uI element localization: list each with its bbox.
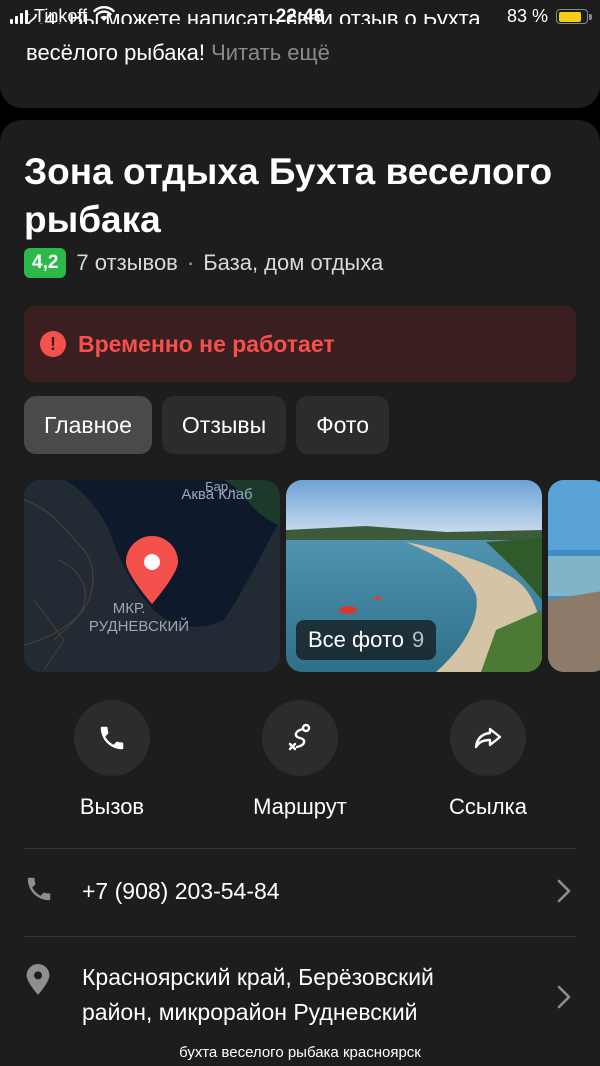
previous-review-line2: весёлого рыбака! bbox=[26, 40, 205, 65]
share-label: Ссылка bbox=[449, 794, 527, 819]
address-row[interactable]: Красноярский край, Берёзовский район, ми… bbox=[24, 958, 576, 1038]
photos-count: 9 bbox=[411, 627, 425, 652]
map-preview[interactable]: Бар... Аква Клаб МКР. РУДНЕВСКИЙ bbox=[24, 480, 280, 672]
call-label: Вызов bbox=[79, 794, 145, 819]
address-text: Красноярский край, Берёзовский район, ми… bbox=[82, 960, 434, 1030]
tab-photos[interactable]: Фото bbox=[296, 396, 389, 454]
all-photos-button[interactable]: Все фото 9 bbox=[296, 620, 437, 660]
call-button[interactable] bbox=[74, 700, 150, 776]
map-label-aqua-club: Аква Клаб bbox=[181, 486, 253, 503]
divider bbox=[24, 848, 576, 849]
place-title: Зона отдыха Бухта веселого рыбака bbox=[24, 151, 553, 240]
quick-actions: Вызов Маршрут Ссылка bbox=[0, 700, 600, 820]
alert-text: Временно не работает bbox=[78, 330, 335, 357]
map-pin-icon bbox=[126, 536, 178, 604]
phone-number: +7 (908) 203-54-84 bbox=[82, 878, 280, 904]
place-card: Зона отдыха Бухта веселого рыбака 4,2 7 … bbox=[0, 120, 600, 1066]
status-bar: Tinkoff 22:48 83 % bbox=[0, 0, 600, 34]
place-meta: 4,2 7 отзывов · База, дом отдыха bbox=[24, 248, 383, 278]
photo-lake[interactable] bbox=[548, 480, 600, 672]
route-button[interactable] bbox=[262, 700, 338, 776]
location-pin-icon bbox=[26, 964, 50, 995]
address-line1: Красноярский край, Берёзовский bbox=[82, 964, 434, 990]
route-label: Маршрут bbox=[253, 794, 347, 819]
closed-alert: ! Временно не работает bbox=[24, 306, 576, 382]
map-district-line2: РУДНЕВСКИЙ bbox=[88, 618, 190, 635]
phone-row[interactable]: +7 (908) 203-54-84 bbox=[24, 868, 576, 916]
phone-icon bbox=[100, 726, 124, 750]
tab-bar: Главное Отзывы Фото bbox=[24, 396, 389, 454]
photo-beach[interactable]: Все фото 9 bbox=[286, 480, 542, 672]
rating-badge[interactable]: 4,2 bbox=[24, 248, 67, 278]
search-caption: бухта веселого рыбака красноярск bbox=[179, 1044, 421, 1061]
photo-lake-image bbox=[548, 480, 600, 672]
tab-main[interactable]: Главное bbox=[24, 396, 152, 454]
divider bbox=[24, 936, 576, 937]
exclamation-icon: ! bbox=[40, 331, 66, 357]
call-action[interactable]: Вызов bbox=[32, 700, 192, 820]
chevron-right-icon bbox=[557, 879, 571, 903]
battery-icon bbox=[556, 9, 592, 24]
route-icon bbox=[288, 723, 311, 751]
meta-separator: · bbox=[186, 250, 195, 275]
phone-icon bbox=[27, 877, 51, 901]
share-action[interactable]: Ссылка bbox=[408, 700, 568, 820]
share-icon bbox=[474, 727, 502, 749]
reviews-count[interactable]: 7 отзывов bbox=[76, 250, 177, 276]
address-line2: район, микрорайон Рудневский bbox=[82, 999, 418, 1025]
route-action[interactable]: Маршрут bbox=[220, 700, 380, 820]
tab-reviews[interactable]: Отзывы bbox=[161, 396, 287, 454]
battery-percent: 83 % bbox=[506, 6, 548, 26]
all-photos-label: Все фото bbox=[308, 627, 404, 652]
share-button[interactable] bbox=[450, 700, 526, 776]
place-category: База, дом отдыха bbox=[203, 250, 384, 275]
media-carousel[interactable]: Бар... Аква Клаб МКР. РУДНЕВСКИЙ Все фот… bbox=[24, 480, 600, 674]
chevron-right-icon bbox=[557, 985, 571, 1009]
read-more-link[interactable]: Читать ещё bbox=[211, 40, 330, 65]
battery-group: 83 % bbox=[506, 6, 592, 27]
